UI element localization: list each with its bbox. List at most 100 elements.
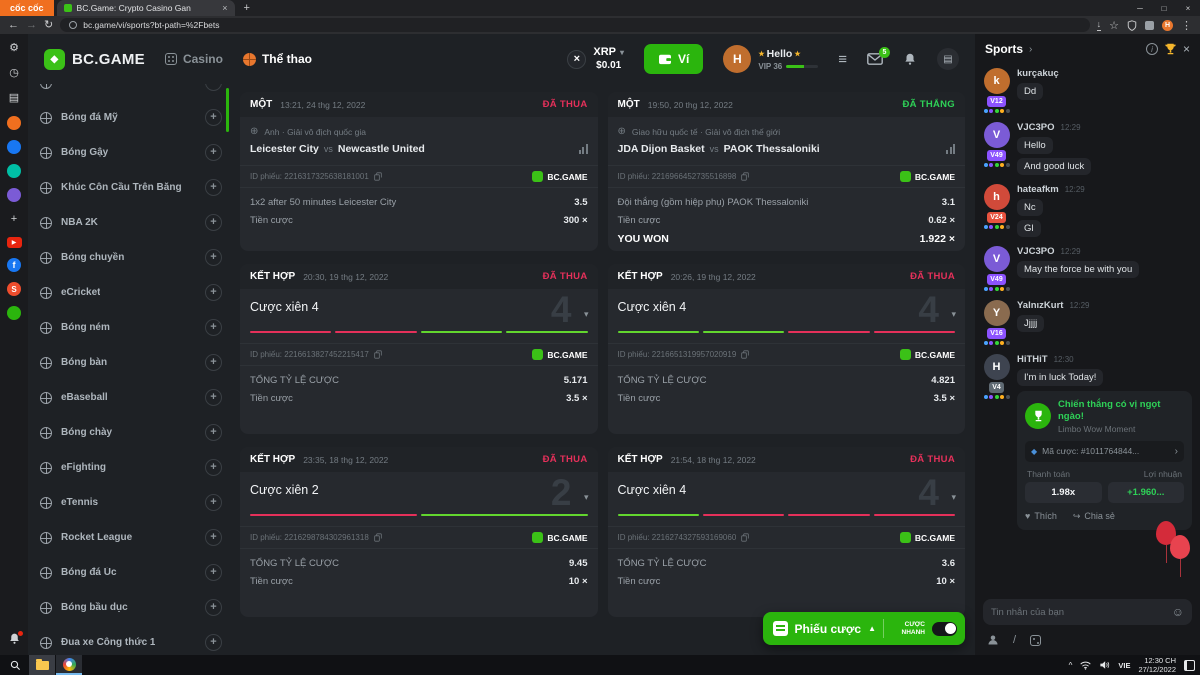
users-icon[interactable] [987, 634, 999, 646]
close-icon[interactable]: × [1183, 42, 1190, 56]
sidebar-item-table-tennis[interactable]: Bóng bàn+ [40, 345, 222, 380]
add-favorite-icon[interactable]: + [205, 284, 222, 301]
browser-tab[interactable]: BC.Game: Crypto Casino Gan × [57, 0, 235, 16]
chat-username[interactable]: kurçakuç [1017, 68, 1059, 79]
add-favorite-icon[interactable]: + [205, 354, 222, 371]
chat-username[interactable]: VJC3PO [1017, 122, 1055, 133]
copy-icon[interactable] [741, 350, 749, 359]
stats-icon[interactable] [946, 144, 955, 154]
sidebar-item-american-football[interactable]: Bóng đá Mỹ+ [40, 100, 222, 135]
add-shortcut-icon[interactable]: + [7, 212, 22, 227]
chat-room-title[interactable]: Sports [985, 42, 1023, 56]
sidebar-item-formula1[interactable]: Đua xe Công thức 1+ [40, 625, 222, 655]
chat-username[interactable]: YalnızKurt [1017, 300, 1063, 311]
coccoc-browser-icon[interactable] [56, 655, 82, 675]
action-center-icon[interactable] [1184, 660, 1195, 671]
avatar[interactable]: Y [984, 300, 1010, 326]
copy-icon[interactable] [374, 533, 382, 542]
window-close-button[interactable]: × [1176, 0, 1200, 16]
expand-caret-icon[interactable]: ▾ [951, 309, 956, 320]
notifications-bell-icon[interactable] [903, 52, 917, 66]
menu-hamburger-icon[interactable]: ≡ [838, 51, 847, 68]
shortcut-teal-icon[interactable] [7, 164, 21, 178]
sidebar-item-partial[interactable]: + [40, 84, 222, 100]
youtube-icon[interactable]: ▶ [7, 237, 22, 248]
window-minimize-button[interactable]: ─ [1128, 0, 1152, 16]
news-icon[interactable]: ▤ [937, 48, 959, 70]
add-favorite-icon[interactable]: + [205, 249, 222, 266]
nav-sports[interactable]: Thể thao [243, 52, 312, 66]
commands-icon[interactable]: / [1013, 634, 1016, 646]
sidebar-scrollbar[interactable] [226, 88, 229, 132]
expand-caret-icon[interactable]: ▾ [584, 492, 589, 503]
share-button[interactable]: ↪Chia sẻ [1073, 511, 1115, 522]
win-card-bet-link[interactable]: ◆ Mã cược: #1011764844... › [1025, 441, 1184, 462]
speaker-icon[interactable] [1099, 660, 1110, 670]
avatar[interactable]: H [984, 354, 1010, 380]
site-info-icon[interactable] [69, 21, 77, 29]
search-icon[interactable] [2, 655, 28, 675]
shortcut-purple-icon[interactable] [7, 188, 21, 202]
chat-username[interactable]: HiTHiT [1017, 354, 1048, 365]
copy-icon[interactable] [374, 350, 382, 359]
add-favorite-icon[interactable]: + [205, 109, 222, 126]
sidebar-item-nba2k[interactable]: NBA 2K+ [40, 205, 222, 240]
bcgame-logo[interactable]: ◆ BC.GAME [44, 49, 145, 70]
extensions-icon[interactable] [1145, 21, 1154, 30]
add-favorite-icon[interactable]: + [205, 144, 222, 161]
sidebar-item-ebaseball[interactable]: eBaseball+ [40, 380, 222, 415]
reading-list-icon[interactable]: ▤ [7, 91, 22, 106]
language-indicator[interactable]: VIE [1118, 661, 1130, 670]
betslip-button[interactable]: Phiếu cược ▲ CƯỢC NHANH [763, 612, 966, 645]
address-bar[interactable]: bc.game/vi/sports?bt-path=%2Fbets [60, 18, 1089, 32]
sidebar-item-rocket-league[interactable]: Rocket League+ [40, 520, 222, 555]
add-favorite-icon[interactable]: + [205, 494, 222, 511]
add-favorite-icon[interactable]: + [205, 599, 222, 616]
emoji-icon[interactable]: ☺ [1172, 606, 1184, 618]
info-icon[interactable]: i [1146, 43, 1158, 55]
forward-icon[interactable]: → [26, 20, 37, 31]
avatar[interactable]: h [984, 184, 1010, 210]
trophy-icon[interactable] [1164, 43, 1177, 55]
add-favorite-icon[interactable]: + [205, 564, 222, 581]
tab-close-icon[interactable]: × [222, 3, 227, 13]
sidebar-item-ecricket[interactable]: eCricket+ [40, 275, 222, 310]
back-icon[interactable]: ← [8, 20, 19, 31]
sidebar-item-aussie-rules[interactable]: Bóng đá Úc+ [40, 555, 222, 590]
currency-selector[interactable]: × XRP▾ $0.01 [567, 46, 624, 71]
shield-icon[interactable] [1127, 20, 1137, 31]
avatar[interactable]: V [984, 246, 1010, 272]
add-favorite-icon[interactable]: + [205, 179, 222, 196]
file-explorer-icon[interactable] [29, 655, 55, 675]
sidebar-item-etennis[interactable]: eTennis+ [40, 485, 222, 520]
expand-caret-icon[interactable]: ▾ [951, 492, 956, 503]
facebook-icon[interactable]: f [7, 258, 21, 272]
new-tab-button[interactable]: + [235, 0, 259, 16]
sidebar-item-volleyball[interactable]: Bóng chuyền+ [40, 240, 222, 275]
copy-icon[interactable] [741, 172, 749, 181]
nav-casino[interactable]: Casino [165, 52, 223, 66]
dice-icon[interactable] [1030, 635, 1041, 646]
settings-gear-icon[interactable]: ⚙ [7, 41, 22, 56]
sidebar-item-baseball[interactable]: Bóng chày+ [40, 415, 222, 450]
sidebar-item-rugby[interactable]: Bóng bầu dục+ [40, 590, 222, 625]
mail-icon[interactable]: 5 [867, 53, 883, 65]
browser-menu-icon[interactable]: ⋮ [1181, 19, 1192, 32]
add-favorite-icon[interactable]: + [205, 214, 222, 231]
history-icon[interactable]: ◷ [7, 66, 22, 81]
chat-input[interactable] [991, 607, 1166, 618]
user-avatar[interactable]: H [723, 45, 751, 73]
like-button[interactable]: ♥Thích [1025, 511, 1057, 521]
shortcut-orange-icon[interactable] [7, 116, 21, 130]
avatar[interactable]: k [984, 68, 1010, 94]
add-favorite-icon[interactable]: + [205, 84, 222, 91]
sidebar-item-handball[interactable]: Bóng ném+ [40, 310, 222, 345]
chat-username[interactable]: VJC3PO [1017, 246, 1055, 257]
browser-brand[interactable]: cốc cốc [0, 0, 54, 16]
chat-username[interactable]: hateafkm [1017, 184, 1059, 195]
bookmark-star-icon[interactable]: ☆ [1109, 19, 1119, 32]
tray-chevron-icon[interactable]: ^ [1069, 661, 1073, 670]
avatar[interactable]: V [984, 122, 1010, 148]
download-icon[interactable]: ↓ [1097, 20, 1102, 31]
add-favorite-icon[interactable]: + [205, 634, 222, 651]
